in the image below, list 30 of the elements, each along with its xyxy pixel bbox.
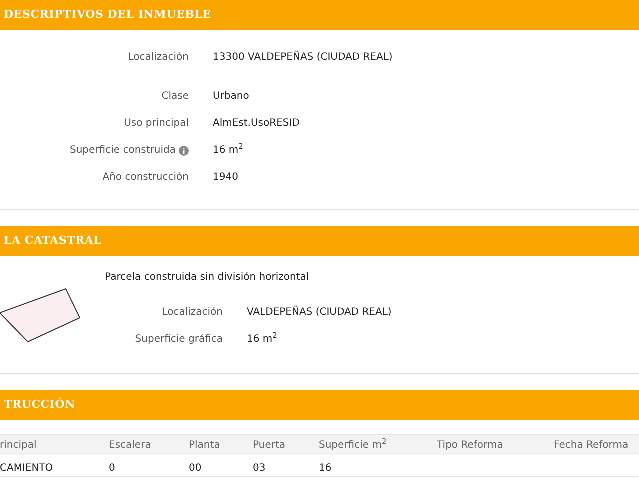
table-cell: 00	[189, 462, 202, 474]
field-value: 16 m$^{2}$	[247, 332, 278, 347]
column-header: Puerta	[253, 438, 287, 452]
field-label: Localización	[162, 306, 223, 320]
table-cell: 16	[319, 462, 332, 474]
field-value: 1940	[213, 171, 238, 185]
section-header: LA CATASTRAL	[0, 226, 639, 256]
field-label: Superficie gráfica	[135, 333, 223, 347]
section-header: TRUCCIÓN	[0, 390, 639, 420]
field-value: VALDEPEÑAS (CIUDAD REAL)	[247, 305, 392, 320]
field-value: Urbano	[213, 90, 250, 104]
column-header: Fecha Reforma	[554, 438, 630, 452]
field-label: Año construcción	[102, 171, 189, 185]
field-value: AlmEst.UsoRESID	[213, 117, 300, 131]
section-header: DESCRIPTIVOS DEL INMUEBLE	[0, 0, 639, 30]
field-label: Uso principal	[124, 117, 189, 131]
column-header: Planta	[189, 438, 222, 452]
parcel-type: Parcela construida sin división horizontal	[105, 271, 310, 285]
table-cell: 0	[109, 462, 116, 474]
field-label: Superficie construida	[70, 144, 176, 158]
field-label: Localización	[128, 51, 189, 65]
column-header: Superficie m$^{2}$	[319, 438, 388, 452]
field-value: 13300 VALDEPEÑAS (CIUDAD REAL)	[213, 50, 393, 65]
column-header: Tipo Reforma	[437, 438, 504, 452]
field-label: Clase	[162, 90, 189, 104]
table-cell: 03	[253, 462, 266, 474]
column-header: rincipal	[0, 438, 38, 452]
table-cell: CAMIENTO	[0, 462, 54, 474]
column-header: Escalera	[109, 438, 152, 452]
field-value: 16 m$^{2}$	[213, 143, 244, 158]
